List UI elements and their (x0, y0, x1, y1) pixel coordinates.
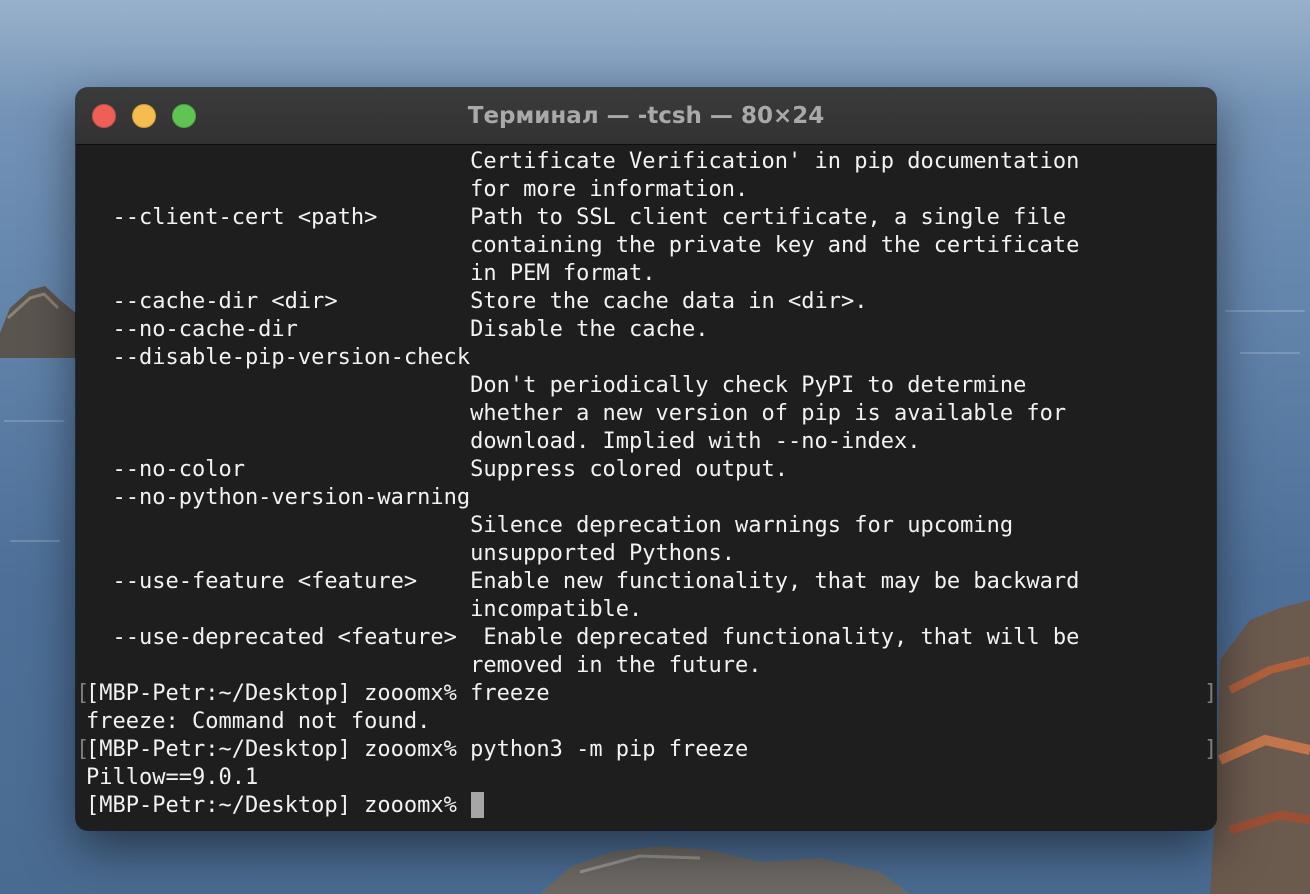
wave-streak (1240, 352, 1300, 354)
text-cursor (471, 792, 485, 818)
terminal-line: for more information. (86, 177, 749, 202)
terminal-line: --use-deprecated <feature> Enable deprec… (86, 625, 1080, 650)
terminal-line: incompatible. (86, 597, 643, 622)
mark-bracket-close: ] (1204, 681, 1216, 706)
terminal-line: freeze: Command not found. (86, 709, 431, 734)
bottom-rocks (540, 846, 910, 894)
window-title: Терминал — -tcsh — 80×24 (467, 103, 825, 129)
left-rock (0, 286, 76, 358)
terminal-line: whether a new version of pip is availabl… (86, 401, 1067, 426)
terminal-line: --cache-dir <dir> Store the cache data i… (86, 289, 868, 314)
prompt-line: [MBP-Petr:~/Desktop] zooomx% freeze (86, 681, 550, 706)
terminal-line: --client-cert <path> Path to SSL client … (86, 205, 1067, 230)
prompt-line: [MBP-Petr:~/Desktop] zooomx% python3 -m … (86, 737, 749, 762)
terminal-line: in PEM format. (86, 261, 656, 286)
terminal-line: Pillow==9.0.1 (86, 765, 259, 790)
terminal-line: download. Implied with --no-index. (86, 429, 921, 454)
terminal-line: --use-feature <feature> Enable new funct… (86, 569, 1080, 594)
wave-streak (1225, 310, 1305, 312)
terminal-line: --disable-pip-version-check (86, 345, 471, 370)
prompt-text: [MBP-Petr:~/Desktop] zooomx% (86, 793, 471, 818)
title-bar[interactable]: Терминал — -tcsh — 80×24 (76, 88, 1216, 145)
terminal-line: --no-color Suppress colored output. (86, 457, 788, 482)
terminal-line: Certificate Verification' in pip documen… (86, 149, 1080, 174)
minimize-icon[interactable] (132, 104, 156, 128)
terminal-window: Терминал — -tcsh — 80×24 Certificate Ver… (76, 88, 1216, 830)
terminal-line: Silence deprecation warnings for upcomin… (86, 513, 1014, 538)
wave-streak (10, 540, 60, 542)
terminal-line: --no-cache-dir Disable the cache. (86, 317, 709, 342)
terminal-line: removed in the future. (86, 653, 762, 678)
terminal-line: --no-python-version-warning (86, 485, 471, 510)
terminal-line: containing the private key and the certi… (86, 233, 1080, 258)
terminal-line: unsupported Pythons. (86, 541, 736, 566)
right-cliff (1210, 600, 1310, 894)
active-prompt-line[interactable]: [MBP-Petr:~/Desktop] zooomx% (86, 792, 485, 820)
wave-streak (4, 420, 64, 422)
close-icon[interactable] (92, 104, 116, 128)
terminal-output[interactable]: Certificate Verification' in pip documen… (76, 148, 1216, 824)
maximize-icon[interactable] (172, 104, 196, 128)
terminal-line: Don't periodically check PyPI to determi… (86, 373, 1027, 398)
mark-bracket-close: ] (1204, 737, 1216, 762)
